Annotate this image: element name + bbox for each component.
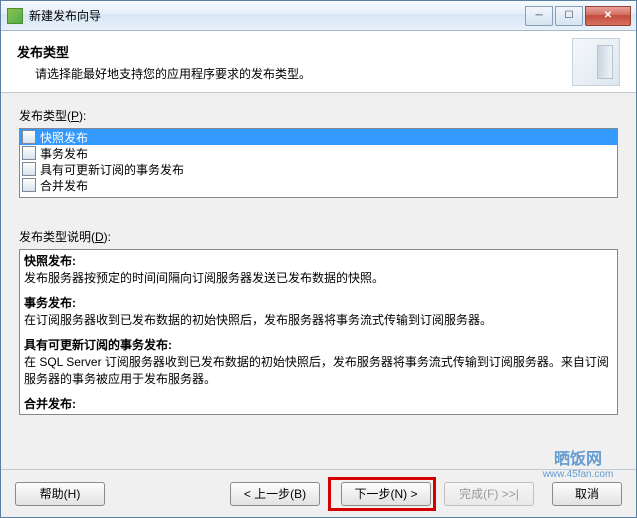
description-box[interactable]: 快照发布: 发布服务器按预定的时间间隔向订阅服务器发送已发布数据的快照。 事务发… xyxy=(19,249,618,415)
desc-body: 在 SQL Server 订阅服务器收到已发布数据的初始快照后，发布服务器将事务… xyxy=(24,353,613,387)
list-item[interactable]: 具有可更新订阅的事务发布 xyxy=(20,161,617,177)
list-item-label: 事务发布 xyxy=(40,145,88,162)
content-area: 发布类型(P): 快照发布 事务发布 具有可更新订阅的事务发布 合并发布 发布类… xyxy=(1,93,636,469)
transactional-icon xyxy=(22,146,36,160)
window-title: 新建发布向导 xyxy=(29,7,523,24)
desc-body: 在订阅服务器收到已发布数据的初始快照后，发布服务器将事务流式传输到订阅服务器。 xyxy=(24,311,613,328)
cancel-button[interactable]: 取消 xyxy=(552,482,622,506)
window-controls: ─ ☐ ✕ xyxy=(523,6,631,26)
footer: 帮助(H) < 上一步(B) 下一步(N) > 完成(F) >>| 取消 xyxy=(1,469,636,517)
back-button[interactable]: < 上一步(B) xyxy=(230,482,320,506)
titlebar: 新建发布向导 ─ ☐ ✕ xyxy=(1,1,636,31)
desc-title: 具有可更新订阅的事务发布: xyxy=(24,336,613,353)
list-item[interactable]: 合并发布 xyxy=(20,177,617,193)
updatable-transactional-icon xyxy=(22,162,36,176)
list-item-label: 快照发布 xyxy=(40,129,88,146)
minimize-button[interactable]: ─ xyxy=(525,6,553,26)
list-item[interactable]: 事务发布 xyxy=(20,145,617,161)
list-item-label: 合并发布 xyxy=(40,177,88,194)
list-item-label: 具有可更新订阅的事务发布 xyxy=(40,161,184,178)
app-icon xyxy=(7,8,23,24)
desc-title: 事务发布: xyxy=(24,294,613,311)
list-item[interactable]: 快照发布 xyxy=(20,129,617,145)
next-highlight: 下一步(N) > xyxy=(328,477,436,511)
close-button[interactable]: ✕ xyxy=(585,6,631,26)
merge-icon xyxy=(22,178,36,192)
banner-title: 发布类型 xyxy=(17,42,572,61)
banner-subtitle: 请选择能最好地支持您的应用程序要求的发布类型。 xyxy=(35,65,572,82)
maximize-button[interactable]: ☐ xyxy=(555,6,583,26)
banner-text: 发布类型 请选择能最好地支持您的应用程序要求的发布类型。 xyxy=(17,42,572,82)
help-button[interactable]: 帮助(H) xyxy=(15,482,105,506)
publication-type-list[interactable]: 快照发布 事务发布 具有可更新订阅的事务发布 合并发布 xyxy=(19,128,618,198)
desc-title: 快照发布: xyxy=(24,252,613,269)
snapshot-icon xyxy=(22,130,36,144)
banner-graphic xyxy=(572,38,620,86)
wizard-window: 新建发布向导 ─ ☐ ✕ 发布类型 请选择能最好地支持您的应用程序要求的发布类型… xyxy=(0,0,637,518)
finish-button: 完成(F) >>| xyxy=(444,482,534,506)
desc-body: 发布服务器按预定的时间间隔向订阅服务器发送已发布数据的快照。 xyxy=(24,269,613,286)
description-label: 发布类型说明(D): xyxy=(19,228,618,245)
types-label: 发布类型(P): xyxy=(19,107,618,124)
banner: 发布类型 请选择能最好地支持您的应用程序要求的发布类型。 xyxy=(1,31,636,93)
next-button[interactable]: 下一步(N) > xyxy=(341,482,431,506)
desc-title: 合并发布: xyxy=(24,395,613,412)
